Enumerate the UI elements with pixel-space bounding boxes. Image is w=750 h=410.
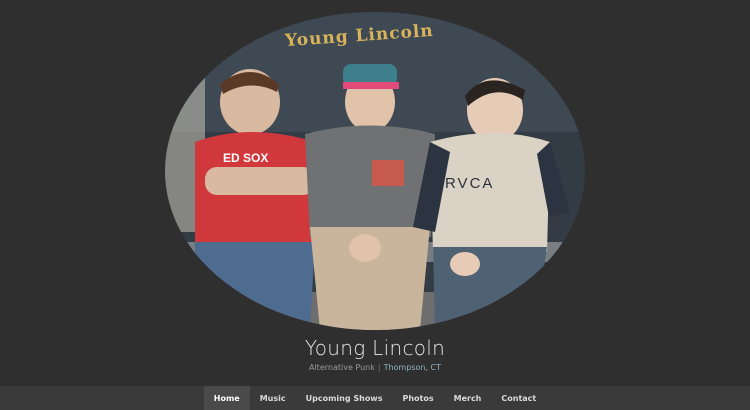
- location-text: Thompson, CT: [383, 363, 441, 372]
- main-nav: Home Music Upcoming Shows Photos Merch C…: [0, 386, 750, 410]
- shirt-text-left: ED SOX: [223, 151, 268, 165]
- nav-item-contact[interactable]: Contact: [491, 386, 546, 410]
- nav-item-music[interactable]: Music: [250, 386, 296, 410]
- nav-item-photos[interactable]: Photos: [392, 386, 443, 410]
- tagline-separator: |: [377, 363, 381, 372]
- tagline: Alternative Punk | Thompson, CT: [0, 363, 750, 372]
- shirt-text-right: RVCA: [445, 175, 494, 192]
- nav-item-merch[interactable]: Merch: [444, 386, 492, 410]
- nav-item-home[interactable]: Home: [203, 386, 250, 410]
- band-photo: ED SOX RVCA Young Lincoln: [165, 12, 585, 330]
- page: ED SOX RVCA Young Lincoln Young Lincoln …: [0, 0, 750, 410]
- site-title: Young Lincoln: [304, 336, 446, 360]
- band-photo-illustration: ED SOX RVCA: [165, 12, 585, 330]
- nav-item-upcoming-shows[interactable]: Upcoming Shows: [296, 386, 393, 410]
- genre-text: Alternative Punk: [308, 363, 375, 372]
